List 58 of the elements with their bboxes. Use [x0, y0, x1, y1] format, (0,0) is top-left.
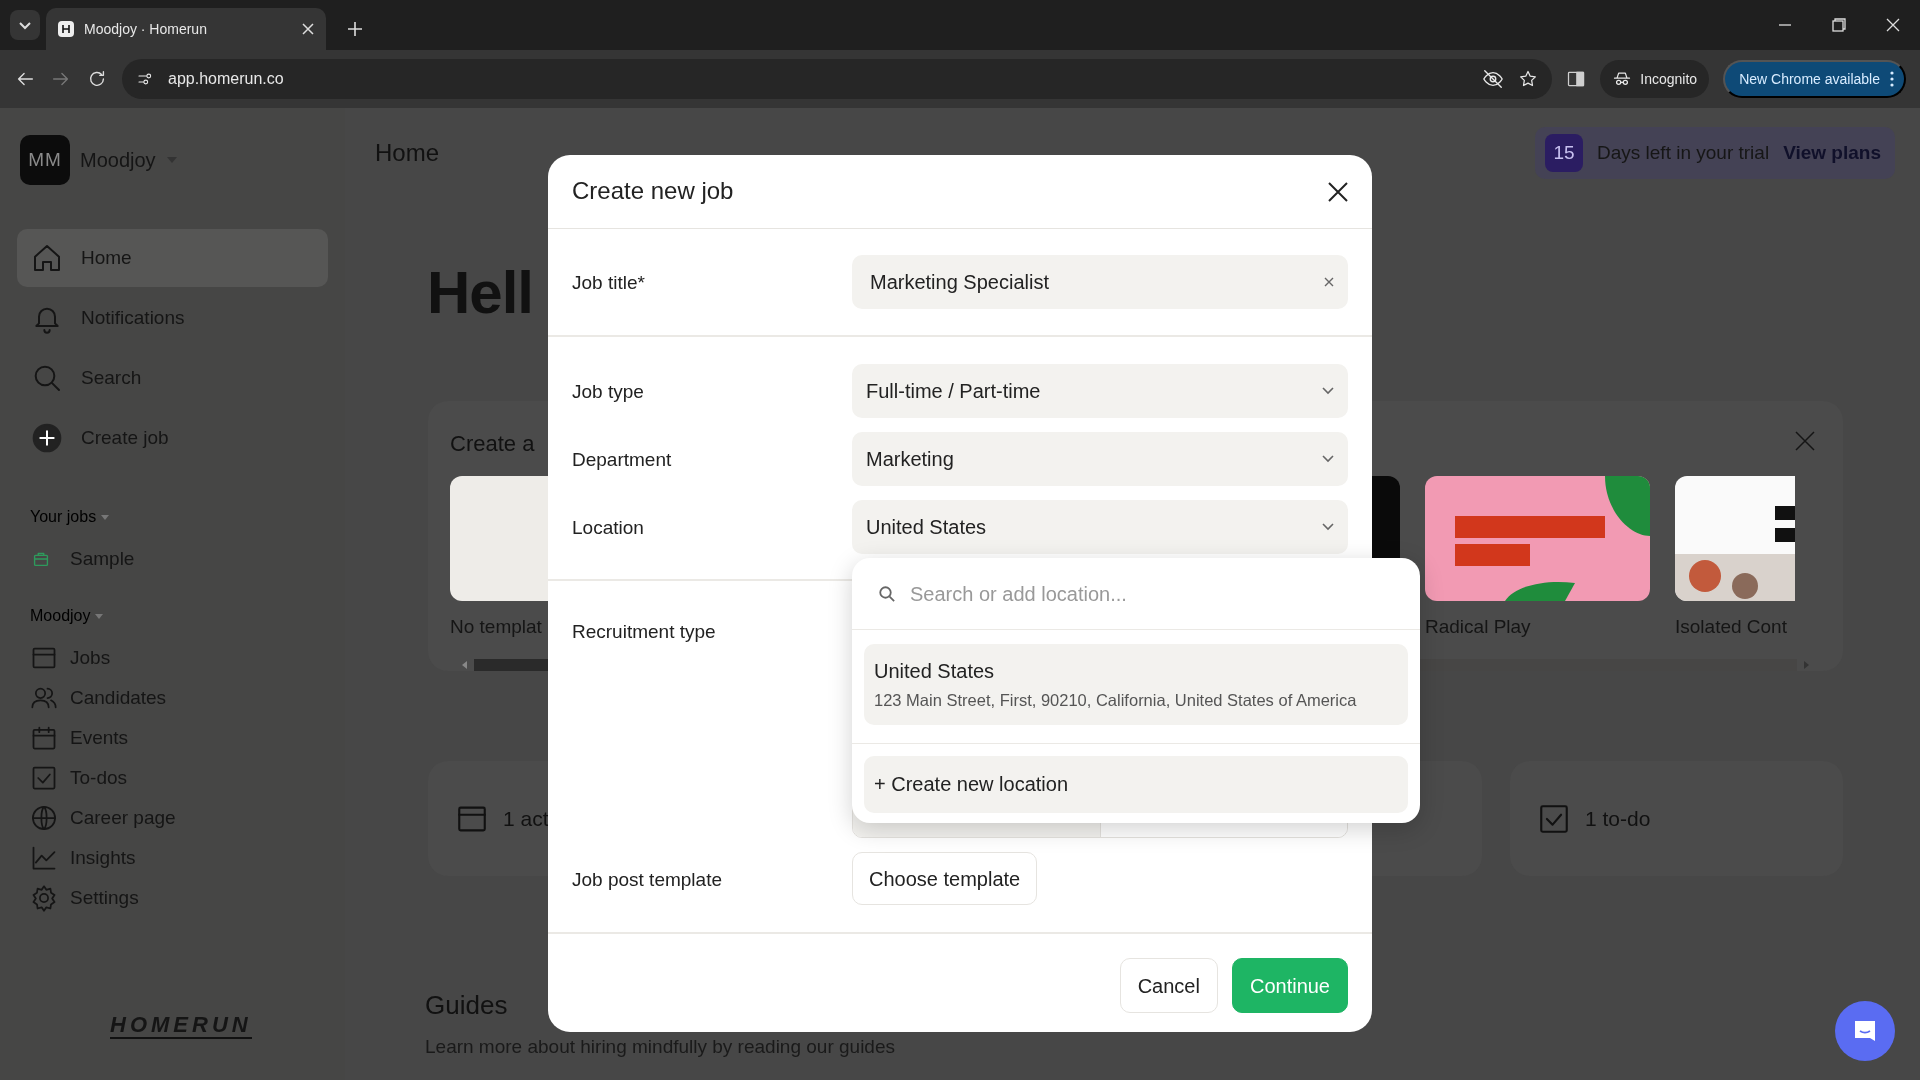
location-search-field[interactable]: Search or add location... — [908, 577, 1394, 610]
stat-card[interactable]: 1 to-do — [1510, 761, 1843, 876]
field-label: Job type — [572, 380, 645, 404]
star-icon — [1518, 69, 1539, 89]
field-label: Job post template — [572, 868, 723, 892]
caret-icon — [100, 514, 109, 521]
location-option[interactable]: United States 123 Main Street, First, 90210, California, United States of America — [864, 644, 1408, 725]
favicon-icon — [58, 21, 74, 37]
section-title[interactable]: Moodjoy — [30, 607, 91, 624]
chevron-down-icon — [1322, 455, 1334, 463]
restore-icon[interactable] — [1832, 18, 1846, 32]
incognito-button[interactable]: Incognito — [1600, 60, 1710, 98]
cancel-button[interactable]: Cancel — [1119, 958, 1218, 1013]
close-icon[interactable] — [1328, 181, 1348, 202]
eye-off-icon — [1482, 68, 1505, 90]
select-field[interactable]: Marketing — [852, 432, 1348, 486]
continue-button[interactable]: Continue — [1231, 958, 1348, 1013]
select-field[interactable]: United States — [852, 500, 1348, 554]
section-title[interactable]: Your jobs — [30, 508, 97, 525]
chevron-down-icon — [1322, 523, 1334, 531]
new-tab-icon[interactable] — [348, 22, 362, 36]
create-location-button[interactable]: + Create new location — [864, 755, 1408, 813]
field-label: Department — [572, 448, 673, 472]
chart-icon — [30, 844, 58, 872]
chevron-down-icon — [1322, 387, 1334, 395]
days-count: 15 — [1545, 134, 1583, 172]
workspace-avatar: MM — [20, 135, 70, 185]
chat-icon — [1852, 1018, 1878, 1044]
browser-tab[interactable]: Moodjoy · Homerun — [46, 8, 326, 50]
checkbox-icon — [30, 764, 58, 792]
clear-icon[interactable] — [1324, 277, 1334, 287]
search-icon — [878, 584, 896, 603]
kebab-icon — [1890, 71, 1894, 87]
update-button[interactable]: New Chrome available — [1723, 60, 1906, 98]
tab-search-icon[interactable] — [10, 10, 40, 40]
nav-item[interactable]: Home — [17, 229, 328, 287]
text-field[interactable]: Marketing Specialist — [852, 255, 1348, 309]
tab-title: Moodjoy · Homerun — [84, 19, 208, 39]
calendar-icon — [30, 724, 58, 752]
plus-icon — [31, 422, 63, 454]
home-icon — [31, 242, 63, 274]
stat-label: 1 act — [503, 805, 549, 832]
stat-label: 1 to-do — [1585, 805, 1651, 832]
field-label: Recruitment type — [572, 620, 717, 644]
chat-button[interactable] — [1835, 1001, 1895, 1061]
trial-text: Days left in your trial — [1597, 140, 1770, 165]
sidebar-icon — [1566, 69, 1587, 89]
choose-template-button[interactable]: Choose template — [852, 852, 1038, 905]
field-label: Job title* — [572, 271, 646, 295]
field-label: Location — [572, 516, 645, 540]
modal-title: Create new job — [572, 177, 734, 206]
address-bar[interactable]: app.homerun.co — [122, 59, 1553, 99]
card-title: Create a — [450, 430, 535, 458]
gear-icon — [30, 884, 58, 912]
caret-icon — [94, 613, 103, 620]
select-field[interactable]: Full-time / Part-time — [852, 364, 1348, 418]
scroll-left-icon[interactable] — [462, 661, 468, 669]
globe-icon — [30, 804, 58, 832]
